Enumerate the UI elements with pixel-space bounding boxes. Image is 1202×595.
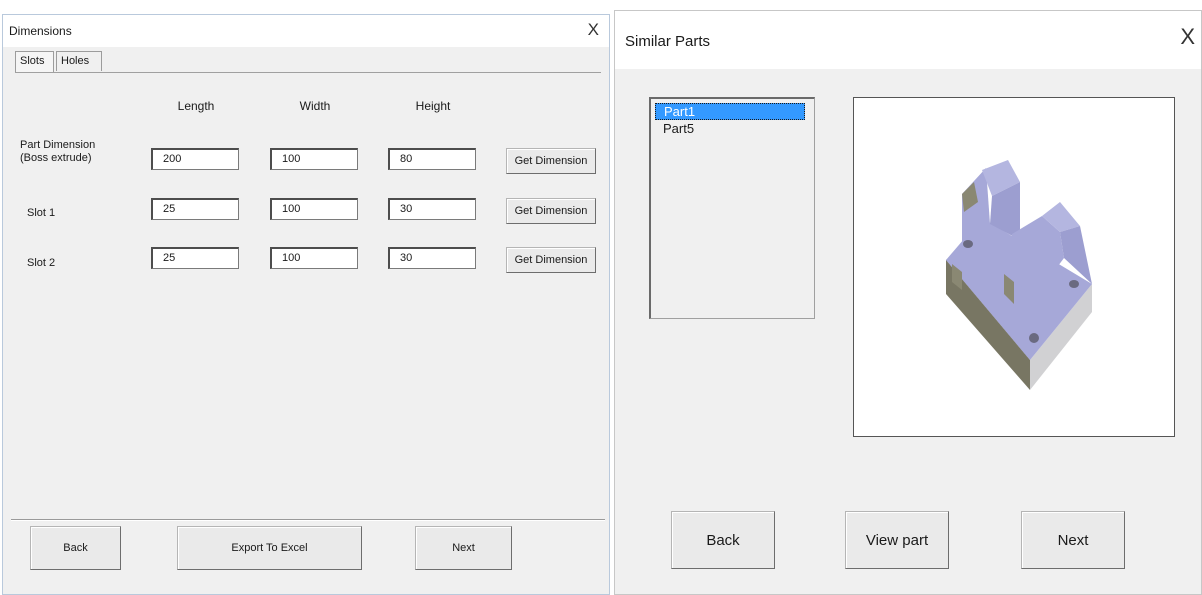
tab-divider	[15, 72, 601, 73]
tab-slots[interactable]: Slots	[15, 51, 54, 73]
row-label-slot1: Slot 1	[27, 207, 56, 219]
part-height-field[interactable]: 80	[388, 148, 476, 170]
similar-parts-titlebar: Similar Parts X	[615, 11, 1201, 69]
list-item-part5[interactable]: Part5	[655, 121, 805, 138]
back-button[interactable]: Back	[30, 526, 121, 570]
get-dimension-button-slot2[interactable]: Get Dimension	[506, 247, 596, 273]
export-to-excel-button[interactable]: Export To Excel	[177, 526, 362, 570]
part-preview	[853, 97, 1175, 437]
footer-separator	[11, 519, 605, 521]
dimensions-title: Dimensions	[9, 24, 72, 38]
dimensions-titlebar: Dimensions X	[3, 15, 609, 47]
row-label-part-dimension: Part Dimension (Boss extrude)	[20, 139, 95, 165]
close-icon[interactable]: X	[1180, 26, 1195, 48]
row-label-line2: (Boss extrude)	[20, 152, 92, 164]
slot1-length-field[interactable]: 25	[151, 198, 239, 220]
parts-listbox[interactable]: Part1 Part5	[649, 97, 815, 319]
close-icon[interactable]: X	[588, 21, 599, 38]
dimensions-window: Dimensions X Slots Holes Length Width He…	[2, 14, 610, 595]
view-part-button[interactable]: View part	[845, 511, 949, 569]
back-button[interactable]: Back	[671, 511, 775, 569]
get-dimension-button-slot1[interactable]: Get Dimension	[506, 198, 596, 224]
similar-parts-window: Similar Parts X Part1 Part5 Back View pa…	[614, 10, 1202, 595]
tab-holes[interactable]: Holes	[56, 51, 102, 71]
column-header-height: Height	[415, 99, 451, 113]
get-dimension-button-part[interactable]: Get Dimension	[506, 148, 596, 174]
slot2-height-field[interactable]: 30	[388, 247, 476, 269]
slot2-width-field[interactable]: 100	[270, 247, 358, 269]
row-label-slot2: Slot 2	[27, 257, 56, 269]
slot1-height-field[interactable]: 30	[388, 198, 476, 220]
row-label-line1: Part Dimension	[20, 139, 96, 151]
part-width-field[interactable]: 100	[270, 148, 358, 170]
part-3d-model-image	[946, 160, 1092, 390]
column-header-width: Width	[299, 99, 331, 113]
slot2-length-field[interactable]: 25	[151, 247, 239, 269]
column-header-length: Length	[177, 99, 215, 113]
3d-part-model	[946, 160, 1092, 390]
next-button[interactable]: Next	[415, 526, 512, 570]
similar-parts-title: Similar Parts	[625, 33, 711, 50]
list-item-part1[interactable]: Part1	[655, 103, 805, 120]
next-button[interactable]: Next	[1021, 511, 1125, 569]
part-length-field[interactable]: 200	[151, 148, 239, 170]
slot1-width-field[interactable]: 100	[270, 198, 358, 220]
